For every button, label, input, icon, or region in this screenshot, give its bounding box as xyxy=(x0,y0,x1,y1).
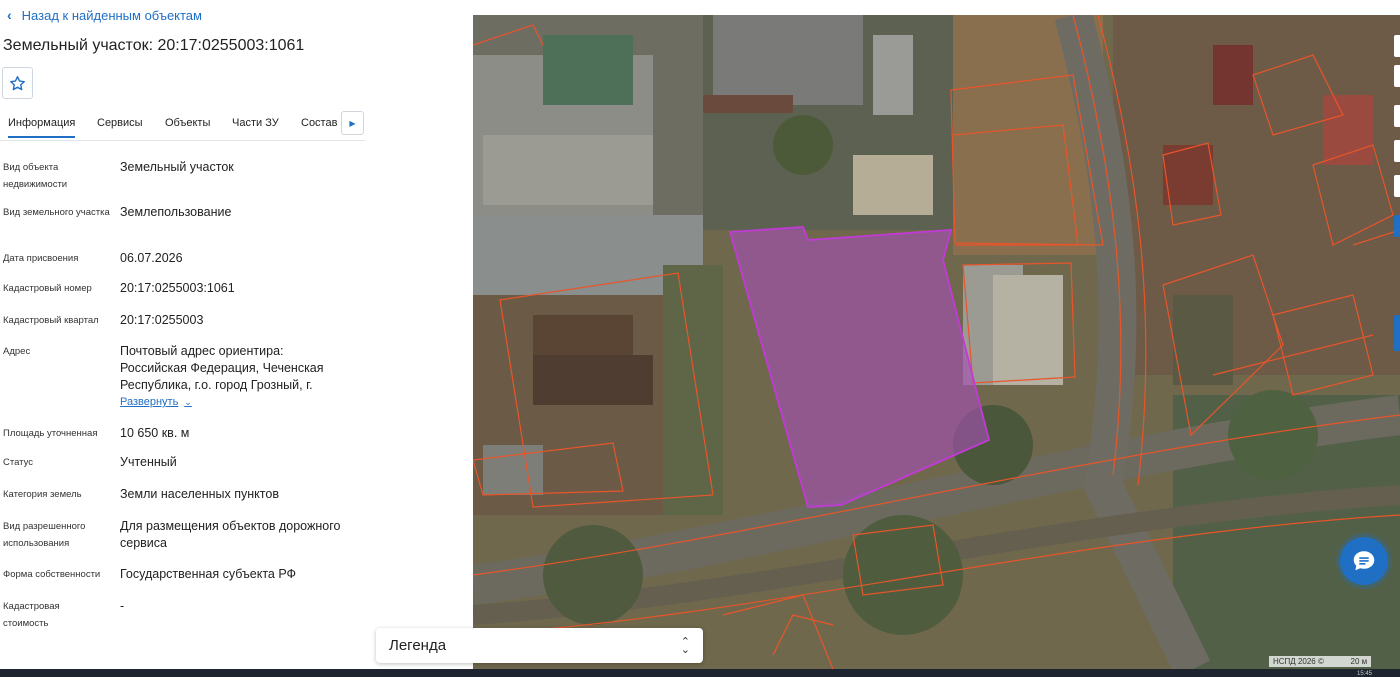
map-scale: 20 м xyxy=(1350,657,1368,666)
property-label: Вид земельного участка xyxy=(3,207,110,218)
map-side-tab[interactable] xyxy=(1394,315,1400,351)
property-label: Категория земель xyxy=(3,489,82,500)
property-value: 20:17:0255003 xyxy=(120,313,204,327)
address-expand-link[interactable]: Развернуть ⌄ xyxy=(120,396,192,408)
attribution-text: НСПД 2026 © xyxy=(1273,657,1324,666)
map-tool-button[interactable] xyxy=(1394,140,1400,162)
property-value: Учтенный xyxy=(120,455,177,469)
satellite-map[interactable] xyxy=(473,15,1400,669)
property-value: Землепользование xyxy=(120,205,232,219)
page-title: Земельный участок: 20:17:0255003:1061 xyxy=(3,37,305,54)
map-active-tool-button[interactable] xyxy=(1394,215,1400,237)
tab-bar: Информация Сервисы Объекты Части ЗУ Сост… xyxy=(0,108,365,141)
property-label: Дата присвоения xyxy=(3,253,79,264)
property-value: 10 650 кв. м xyxy=(120,426,190,440)
map-zoom-in-button[interactable] xyxy=(1394,35,1400,57)
address-value: Почтовый адрес ориентира: Российская Фед… xyxy=(120,344,324,392)
tab-services[interactable]: Сервисы xyxy=(97,117,143,129)
property-value: Земли населенных пунктов xyxy=(120,487,279,501)
tabs-scroll-right-button[interactable]: ▶ xyxy=(341,111,364,135)
os-taskbar xyxy=(0,669,1400,677)
favorite-button[interactable] xyxy=(2,67,33,99)
tab-information[interactable]: Информация xyxy=(8,117,76,138)
chat-button[interactable] xyxy=(1340,537,1388,585)
updown-chevron-icon: ⌃ ⌄ xyxy=(680,635,690,656)
property-value: - xyxy=(120,599,125,613)
tab-parcel-parts[interactable]: Части ЗУ xyxy=(232,117,279,129)
chevron-down-icon: ⌄ xyxy=(184,396,192,407)
chevron-right-icon: ▶ xyxy=(349,118,356,128)
property-label: Форма собственности xyxy=(3,569,101,580)
property-label: Площадь уточненная xyxy=(3,428,98,439)
property-label: Адрес xyxy=(3,346,31,357)
map-canvas xyxy=(473,15,1400,669)
property-label: Кадастровый номер xyxy=(3,283,92,294)
legend-dropdown[interactable]: Легенда ⌃ ⌄ xyxy=(376,628,703,663)
property-value: Земельный участок xyxy=(120,160,234,174)
tab-objects[interactable]: Объекты xyxy=(165,117,210,129)
object-info-panel: ‹ Назад к найденным объектам Земельный у… xyxy=(0,0,473,669)
map-zoom-out-button[interactable] xyxy=(1394,65,1400,87)
legend-label: Легенда xyxy=(389,637,447,654)
back-label: Назад к найденным объектам xyxy=(21,7,202,23)
tab-composition[interactable]: Состав xyxy=(301,117,337,129)
map-tool-button[interactable] xyxy=(1394,175,1400,197)
property-label: Кадастровая стоимость xyxy=(3,601,60,629)
expand-label: Развернуть xyxy=(120,396,179,408)
property-label: Кадастровый квартал xyxy=(3,315,99,326)
property-value: Государственная субъекта РФ xyxy=(120,567,297,581)
star-icon xyxy=(10,75,25,90)
chevron-left-icon: ‹ xyxy=(7,7,12,23)
map-attribution: НСПД 2026 © 20 м xyxy=(1269,656,1372,667)
map-layer-button[interactable] xyxy=(1394,105,1400,127)
property-value: 06.07.2026 xyxy=(120,251,183,265)
property-label: Вид разрешенного использования xyxy=(3,521,86,549)
property-label: Вид объекта недвижимости xyxy=(3,162,68,190)
taskbar-clock: 15:45 xyxy=(1356,671,1372,677)
property-value: 20:17:0255003:1061 xyxy=(120,281,235,295)
property-value: Для размещения объектов дорожного сервис… xyxy=(120,519,341,550)
back-to-results-link[interactable]: ‹ Назад к найденным объектам xyxy=(7,7,202,23)
property-label: Статус xyxy=(3,457,34,468)
chat-icon xyxy=(1353,551,1375,571)
